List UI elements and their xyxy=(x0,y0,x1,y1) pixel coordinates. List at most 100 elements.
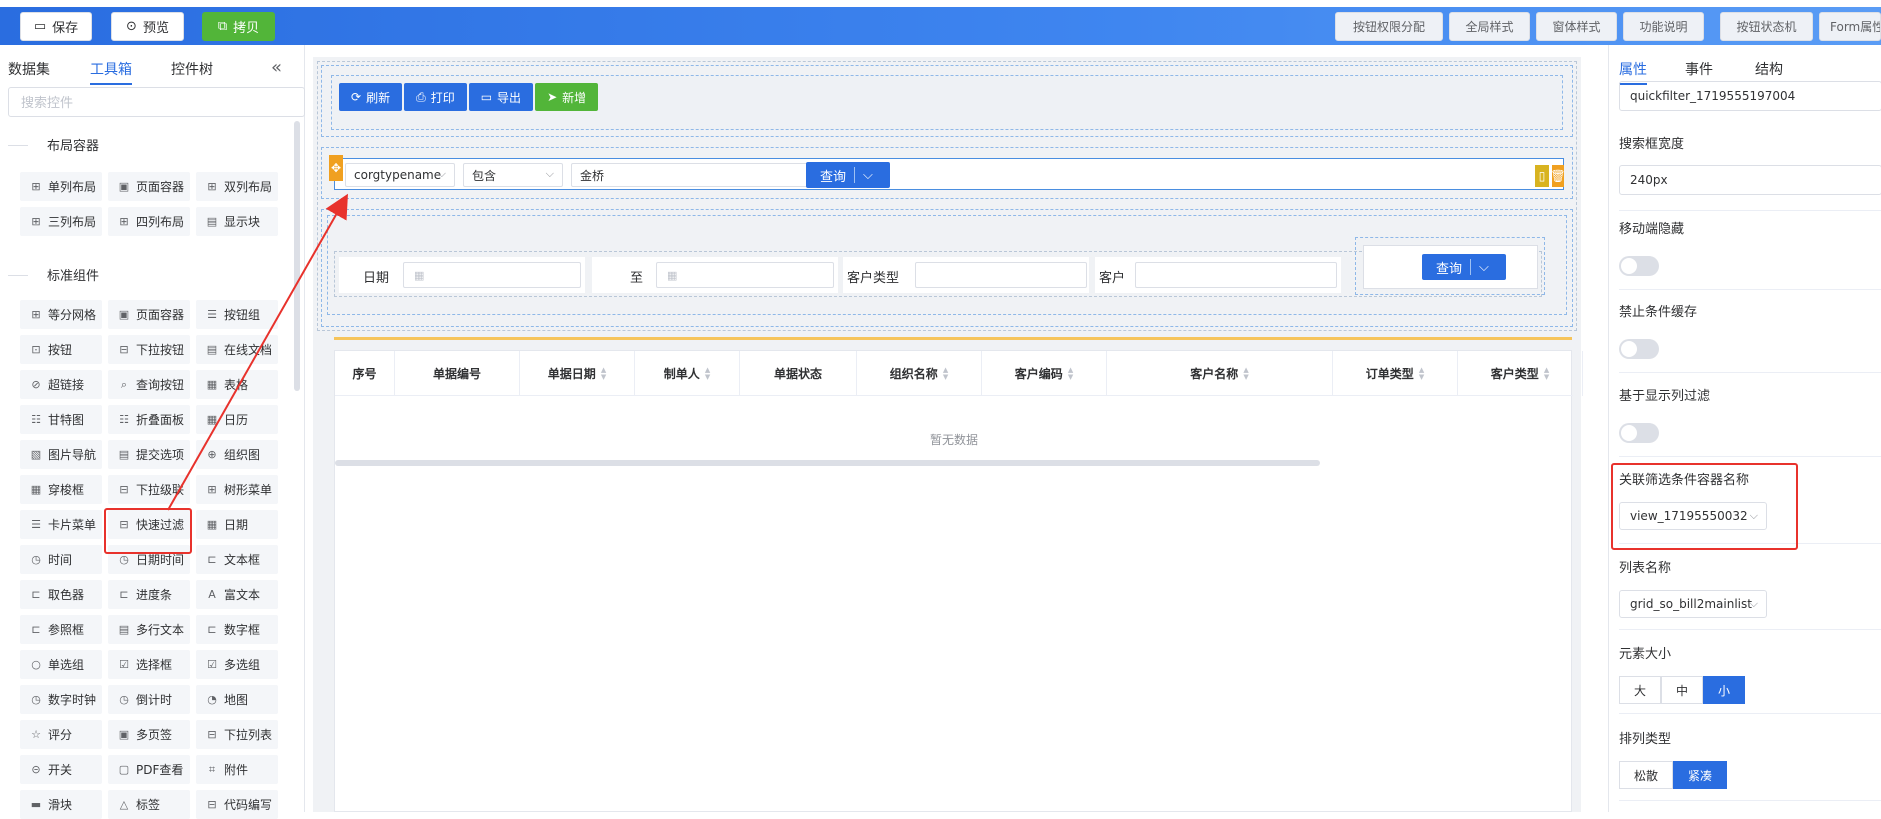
column-header[interactable]: 序号 xyxy=(335,351,395,396)
component-item[interactable]: ◷ 倒计时 xyxy=(108,685,190,714)
component-item[interactable]: ⊡ 按钮 xyxy=(20,335,102,364)
layout-loose-option[interactable]: 松散 xyxy=(1619,761,1674,789)
collapse-icon[interactable]: « xyxy=(271,57,282,78)
component-item[interactable]: ⊏ 取色器 xyxy=(20,580,102,609)
component-item[interactable]: ⊏ 数字框 xyxy=(196,615,278,644)
sort-icon[interactable]: ▲ ▼ xyxy=(705,366,710,381)
component-item[interactable]: ▦ 日期 xyxy=(196,510,278,539)
component-page-container[interactable]: ▣ 页面容器 xyxy=(108,172,190,201)
global-style-button[interactable]: 全局样式 xyxy=(1449,12,1530,41)
tab-dataset[interactable]: 数据集 xyxy=(8,59,50,79)
component-item[interactable]: ▣ 页面容器 xyxy=(108,300,190,329)
customer-type-input[interactable] xyxy=(915,262,1087,288)
column-header[interactable]: 组织名称 ▲ ▼ xyxy=(857,351,982,396)
component-item[interactable]: ▤ 在线文档 xyxy=(196,335,278,364)
mobile-hide-switch[interactable] xyxy=(1619,256,1659,276)
quick-filter[interactable]: ✥ corgtypename ⌵ 包含 ⌵ 金桥 查询 ⌵ ▯ 🗑 xyxy=(329,155,1566,190)
component-item[interactable]: ▢ PDF查看 xyxy=(108,755,190,784)
component-item[interactable]: ☰ 按钮组 xyxy=(196,300,278,329)
component-item[interactable]: ☰ 卡片菜单 xyxy=(20,510,102,539)
component-item[interactable]: ⊝ 开关 xyxy=(20,755,102,784)
component-item[interactable]: ⊞ 等分网格 xyxy=(20,300,102,329)
component-item[interactable]: ▧ 图片导航 xyxy=(20,440,102,469)
component-item[interactable]: ⊞ 树形菜单 xyxy=(196,475,278,504)
sort-icon[interactable]: ▲ ▼ xyxy=(601,366,606,381)
component-item[interactable]: ☑ 选择框 xyxy=(108,650,190,679)
form-properties-button[interactable]: Form属性 xyxy=(1819,12,1881,41)
form-style-button[interactable]: 窗体样式 xyxy=(1536,12,1617,41)
sort-icon[interactable]: ▲ ▼ xyxy=(1544,366,1549,381)
component-item[interactable]: ⊏ 文本框 xyxy=(196,545,278,574)
tab-structure[interactable]: 结构 xyxy=(1755,59,1783,79)
component-item[interactable]: ▦ 表格 xyxy=(196,370,278,399)
column-header[interactable]: 订单类型 ▲ ▼ xyxy=(1333,351,1458,396)
component-item[interactable]: ⌗ 附件 xyxy=(196,755,278,784)
component-item[interactable]: ⊘ 超链接 xyxy=(20,370,102,399)
search-width-input[interactable]: 240px xyxy=(1619,165,1881,195)
component-item[interactable]: ☑ 多选组 xyxy=(196,650,278,679)
button-state-machine-button[interactable]: 按钮状态机 xyxy=(1720,12,1813,41)
delete-widget-icon[interactable]: 🗑 xyxy=(1550,165,1566,187)
filter-operator-select[interactable]: 包含 ⌵ xyxy=(463,163,563,187)
component-item[interactable]: ◷ 数字时钟 xyxy=(20,685,102,714)
component-item[interactable]: ⊏ 参照框 xyxy=(20,615,102,644)
filter-value-input[interactable]: 金桥 xyxy=(571,163,811,187)
size-medium-option[interactable]: 中 xyxy=(1661,676,1704,704)
sort-icon[interactable]: ▲ ▼ xyxy=(943,366,948,381)
preview-button[interactable]: ⊙ 预览 xyxy=(111,12,184,41)
copy-button[interactable]: ⧉ 拷贝 xyxy=(202,12,275,41)
component-item[interactable]: △ 标签 xyxy=(108,790,190,819)
tab-properties[interactable]: 属性 xyxy=(1619,59,1647,85)
filter-query-button[interactable]: 查询 ⌵ xyxy=(806,162,890,188)
sort-icon[interactable]: ▲ ▼ xyxy=(1243,366,1248,381)
add-button[interactable]: ➤ 新增 xyxy=(535,83,599,111)
component-item[interactable]: ⊕ 组织图 xyxy=(196,440,278,469)
column-header[interactable]: 客户编码 ▲ ▼ xyxy=(982,351,1107,396)
column-header[interactable]: 单据编号 xyxy=(395,351,520,396)
drag-handle-icon[interactable]: ✥ xyxy=(329,155,343,181)
column-header[interactable]: 制单人 ▲ ▼ xyxy=(635,351,740,396)
size-small-option[interactable]: 小 xyxy=(1703,676,1746,704)
export-button[interactable]: ▭ 导出 xyxy=(468,83,534,111)
copy-widget-icon[interactable]: ▯ xyxy=(1535,165,1549,187)
component-quad-column[interactable]: ⊞ 四列布局 xyxy=(108,207,190,236)
date-start-input[interactable]: ▦ xyxy=(403,262,581,288)
column-header[interactable]: 客户类型 ▲ ▼ xyxy=(1458,351,1583,396)
table-horizontal-scrollbar[interactable] xyxy=(335,460,1320,466)
component-display-block[interactable]: ▤ 显示块 xyxy=(196,207,278,236)
component-item[interactable]: ☆ 评分 xyxy=(20,720,102,749)
tab-control-tree[interactable]: 控件树 xyxy=(171,59,213,79)
component-item[interactable]: ▤ 提交选项 xyxy=(108,440,190,469)
condition-query-button[interactable]: 查询 ⌵ xyxy=(1422,254,1506,280)
list-name-select[interactable]: grid_so_bill2mainlist ⌵ xyxy=(1619,590,1767,618)
component-item[interactable]: ⊏ 进度条 xyxy=(108,580,190,609)
save-button[interactable]: ▭ 保存 xyxy=(20,12,92,41)
component-search-input[interactable] xyxy=(8,87,305,117)
component-item[interactable]: ⊟ 下拉按钮 xyxy=(108,335,190,364)
component-item[interactable]: ▬ 滑块 xyxy=(20,790,102,819)
layout-compact-option[interactable]: 紧凑 xyxy=(1673,761,1728,789)
size-large-option[interactable]: 大 xyxy=(1619,676,1662,704)
sort-icon[interactable]: ▲ ▼ xyxy=(1068,366,1073,381)
print-button[interactable]: ⎙ 打印 xyxy=(404,83,467,111)
design-canvas[interactable]: ⟳ 刷新 ⎙ 打印 ▭ 导出 ➤ 新增 ✥ corgtypename ⌵ 包含 ⌵ 金桥… xyxy=(313,57,1583,812)
component-single-column[interactable]: ⊞ 单列布局 xyxy=(20,172,102,201)
component-item[interactable]: ○ 单选组 xyxy=(20,650,102,679)
function-help-button[interactable]: 功能说明 xyxy=(1623,12,1704,41)
component-item[interactable]: ⊟ 下拉级联 xyxy=(108,475,190,504)
component-item[interactable]: ▤ 多行文本 xyxy=(108,615,190,644)
tab-toolbox[interactable]: 工具箱 xyxy=(90,59,132,85)
component-item[interactable]: ▦ 穿梭框 xyxy=(20,475,102,504)
tab-events[interactable]: 事件 xyxy=(1685,59,1713,79)
column-filter-switch[interactable] xyxy=(1619,423,1659,443)
sort-icon[interactable]: ▲ ▼ xyxy=(1419,366,1424,381)
customer-input[interactable] xyxy=(1135,262,1337,288)
date-end-input[interactable]: ▦ xyxy=(656,262,834,288)
component-item[interactable]: ⌕ 查询按钮 xyxy=(108,370,190,399)
component-item[interactable]: ☷ 折叠面板 xyxy=(108,405,190,434)
component-item[interactable]: ◔ 地图 xyxy=(196,685,278,714)
filter-field-select[interactable]: corgtypename ⌵ xyxy=(345,163,455,187)
column-header[interactable]: 客户名称 ▲ ▼ xyxy=(1107,351,1333,396)
component-item[interactable]: ⊟ 下拉列表 xyxy=(196,720,278,749)
component-triple-column[interactable]: ⊞ 三列布局 xyxy=(20,207,102,236)
